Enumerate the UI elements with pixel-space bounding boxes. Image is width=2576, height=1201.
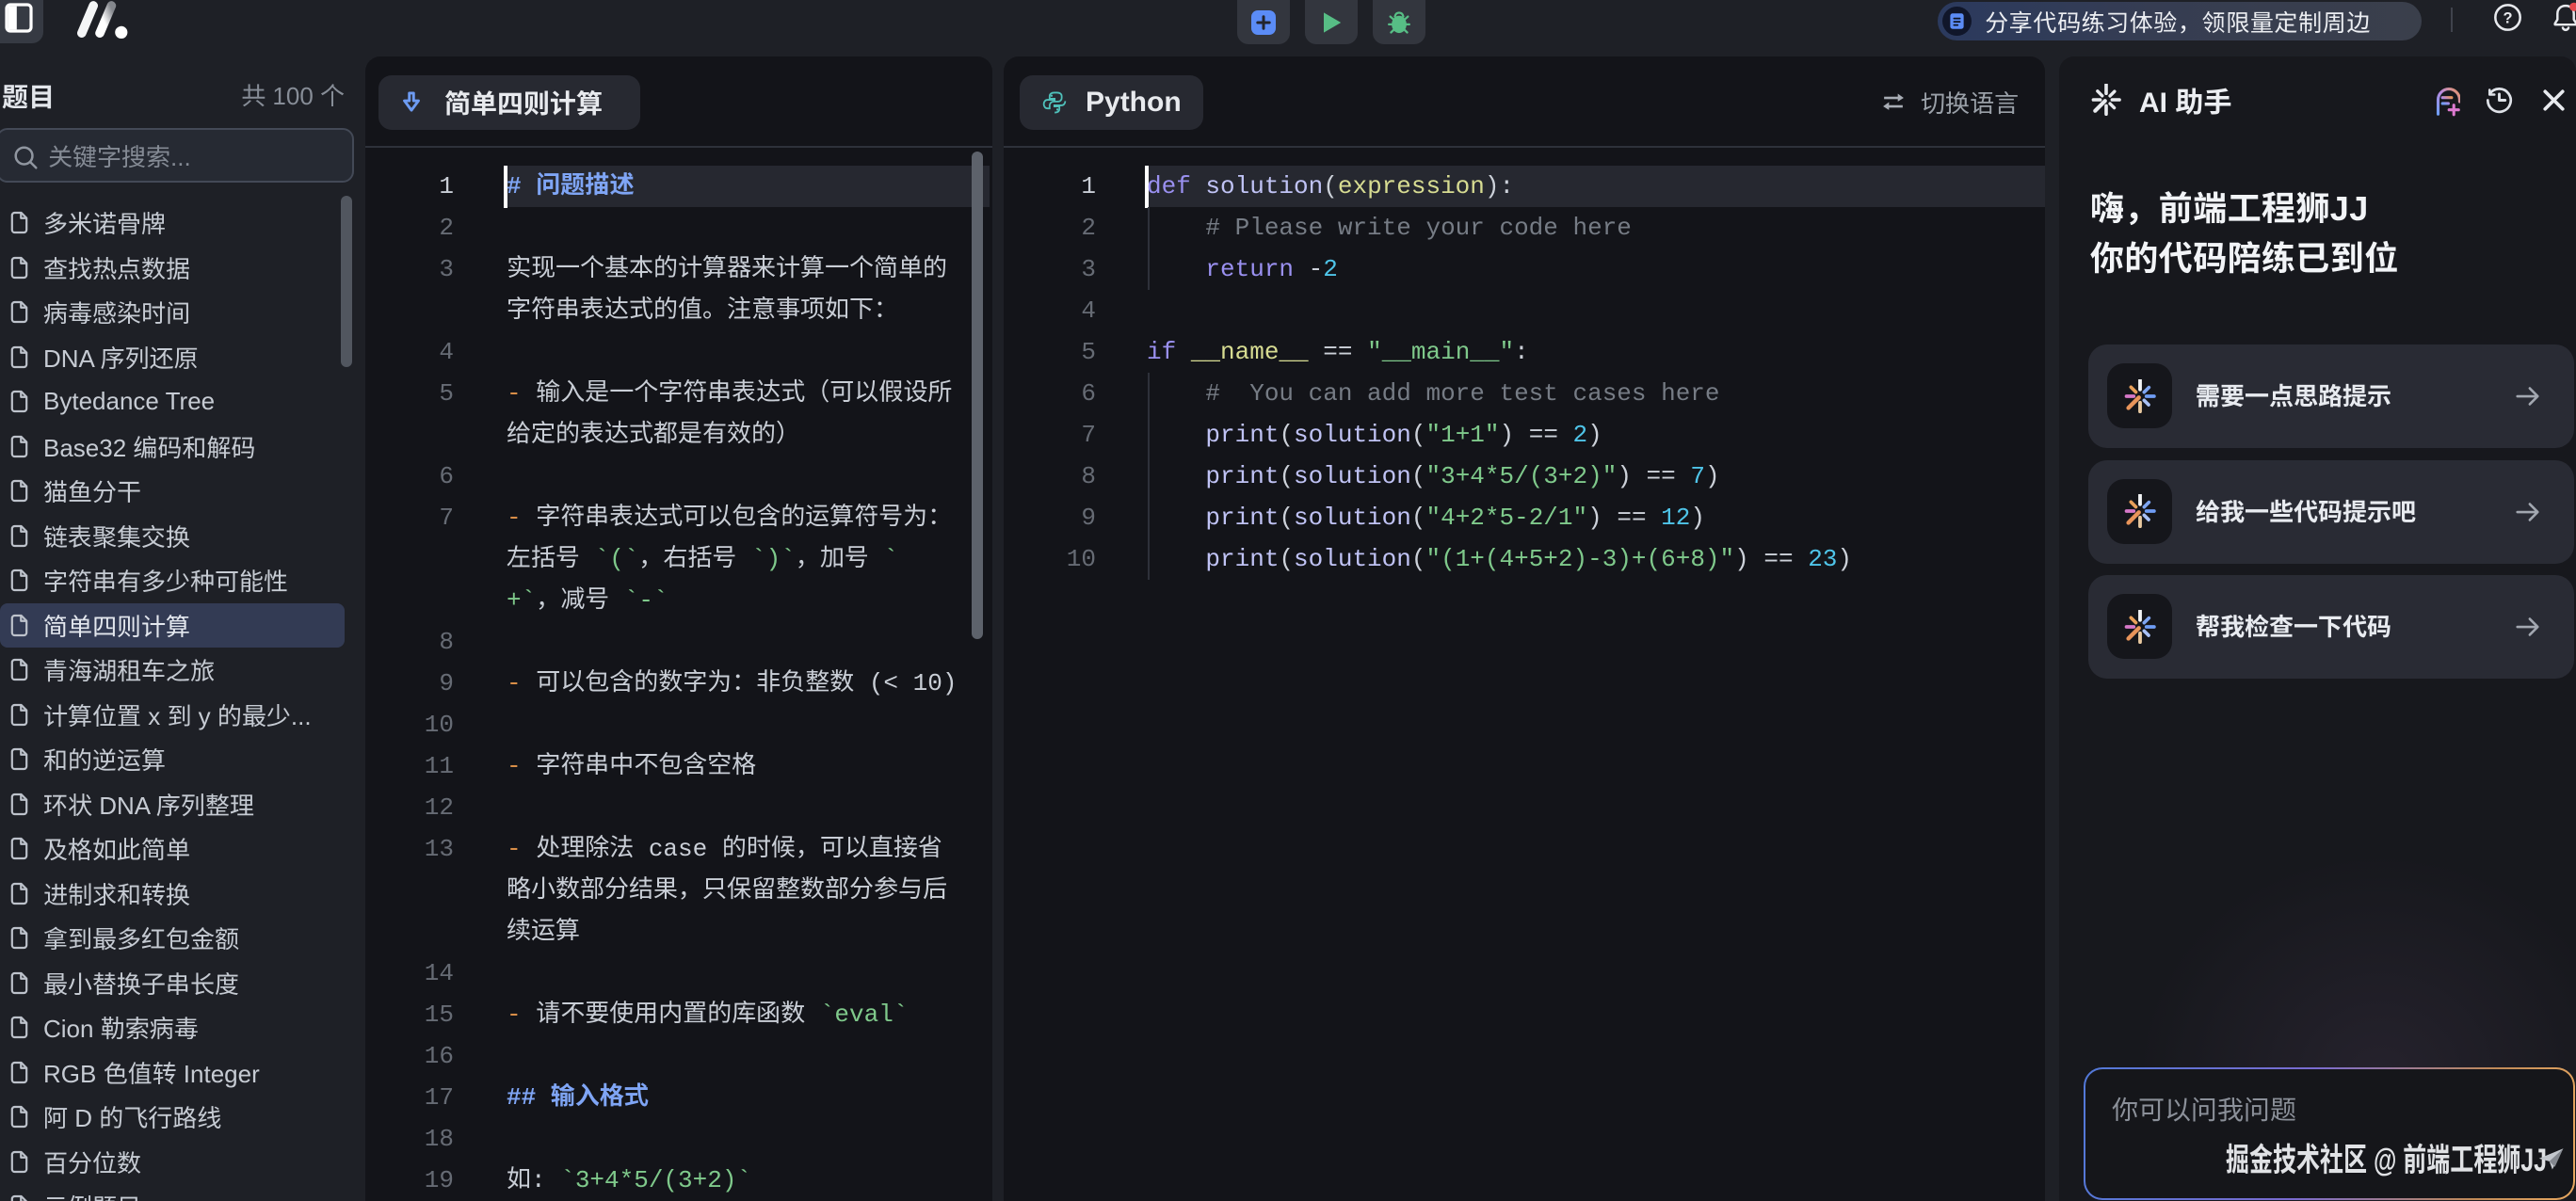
svg-text:?: ? [2503, 9, 2512, 26]
